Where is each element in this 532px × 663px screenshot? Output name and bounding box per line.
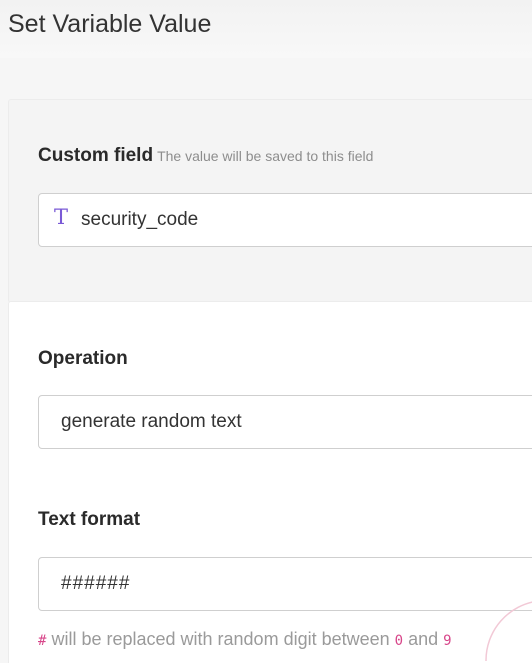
text-format-input[interactable]: ###### — [38, 557, 532, 611]
custom-field-label: Custom field — [38, 145, 154, 166]
custom-field-label-row: Custom field The value will be saved to t… — [38, 145, 373, 167]
set-variable-value-page: Set Variable Value Custom field The value… — [0, 0, 532, 663]
page-title: Set Variable Value — [8, 10, 212, 38]
hash-code: # — [38, 633, 47, 649]
operation-select[interactable]: generate random text — [38, 395, 532, 449]
max-digit-code: 9 — [443, 633, 452, 649]
text-type-icon: T — [54, 205, 69, 229]
custom-field-value: security_code — [81, 209, 199, 230]
text-format-label: Text format — [38, 509, 141, 530]
operation-value: generate random text — [61, 411, 242, 432]
operation-label: Operation — [38, 348, 128, 369]
text-format-value: ###### — [61, 573, 131, 594]
custom-field-select[interactable]: T security_code — [38, 193, 532, 247]
help-text: will be replaced with random digit betwe… — [51, 629, 390, 649]
min-digit-code: 0 — [394, 633, 404, 649]
help-and: and — [408, 629, 439, 649]
decorative-arc-icon — [485, 601, 532, 662]
text-format-help: # will be replaced with random digit bet… — [38, 629, 452, 650]
custom-field-hint: The value will be saved to this field — [157, 148, 374, 164]
